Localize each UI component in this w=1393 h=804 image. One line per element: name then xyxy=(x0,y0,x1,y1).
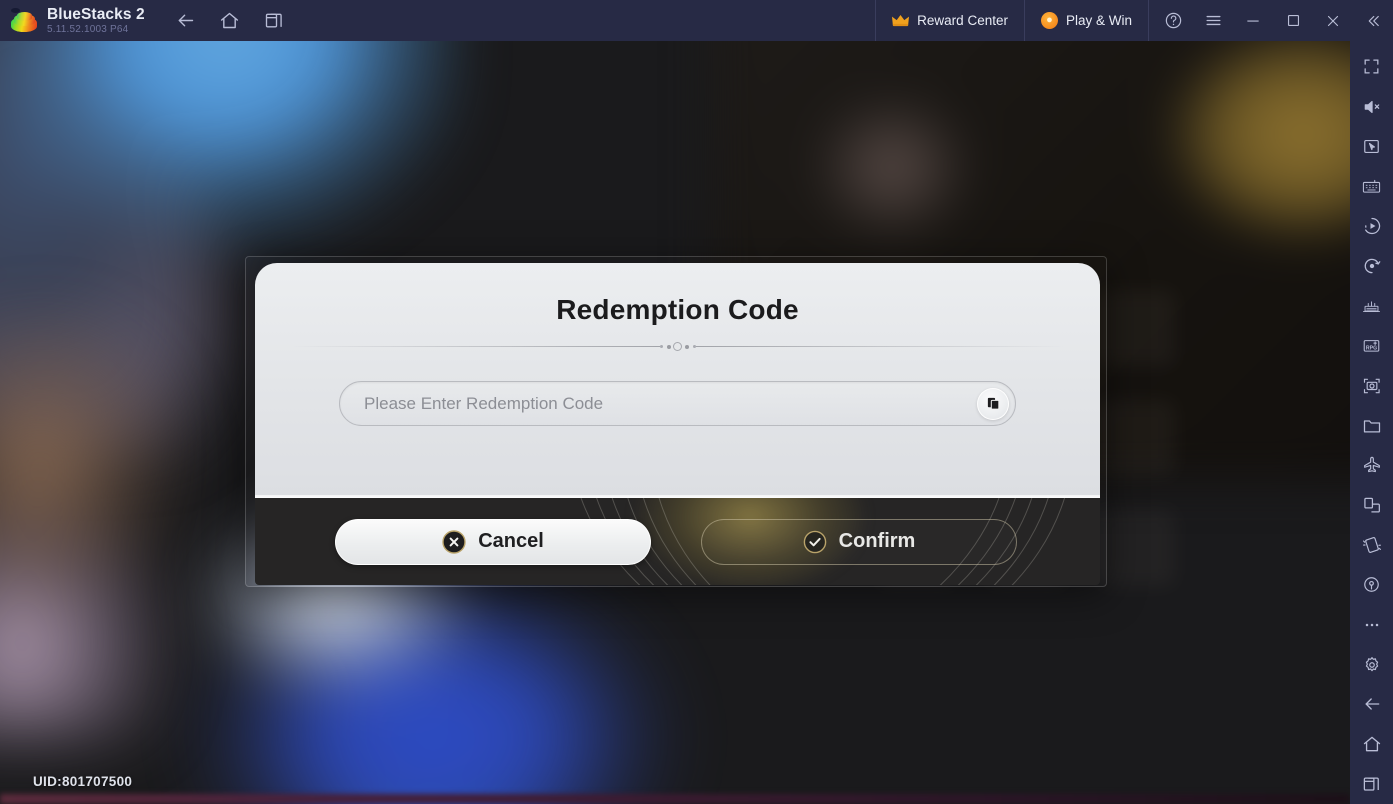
sidebar-item-more[interactable] xyxy=(1350,605,1393,645)
sidebar-item-home[interactable] xyxy=(1350,724,1393,764)
orange-badge-icon: ● xyxy=(1040,12,1058,29)
cursor-in-frame-icon xyxy=(1362,137,1381,156)
reward-center-button[interactable]: Reward Center xyxy=(875,0,1025,41)
sidebar-item-media-manager[interactable] xyxy=(1350,406,1393,446)
help-button[interactable] xyxy=(1153,0,1193,41)
app-version: 5.11.52.1003 P64 xyxy=(47,23,129,35)
maximize-button[interactable] xyxy=(1273,0,1313,41)
sidebar-item-recent-apps[interactable] xyxy=(1350,764,1393,804)
keyboard-icon xyxy=(1361,177,1382,196)
paste-icon[interactable] xyxy=(977,387,1009,420)
back-button[interactable] xyxy=(169,6,203,36)
farm-icon xyxy=(1361,296,1382,315)
play-record-icon xyxy=(1362,216,1382,236)
sidebar-item-screenshot[interactable] xyxy=(1350,366,1393,406)
sidebar-item-location[interactable] xyxy=(1350,565,1393,605)
sidebar-item-settings[interactable] xyxy=(1350,645,1393,685)
sidebar-item-fullscreen[interactable] xyxy=(1350,47,1393,87)
sidebar-item-eco-mode[interactable] xyxy=(1350,286,1393,326)
confirm-button[interactable]: Confirm xyxy=(701,518,1017,565)
reward-center-label: Reward Center xyxy=(917,13,1008,28)
dialog-body: Redemption Code xyxy=(255,263,1100,498)
ellipsis-icon xyxy=(1362,615,1382,635)
app-title-block: BlueStacks 2 5.11.52.1003 P64 xyxy=(47,6,145,36)
sidebar-item-cursor-mode[interactable] xyxy=(1350,127,1393,167)
camera-icon xyxy=(1362,376,1382,396)
home-button[interactable] xyxy=(213,6,247,36)
home-icon xyxy=(1362,734,1382,754)
confirm-button-label: Confirm xyxy=(838,530,916,552)
sidebar-item-macro-recorder[interactable] xyxy=(1350,206,1393,246)
bluestacks-window: BlueStacks 2 5.11.52.1003 P64 Reward Cen… xyxy=(0,0,1393,804)
cancel-button-label: Cancel xyxy=(478,530,544,552)
crown-icon xyxy=(892,14,910,27)
minimize-button[interactable] xyxy=(1233,0,1273,41)
airplane-icon xyxy=(1362,455,1382,475)
title-bar: BlueStacks 2 5.11.52.1003 P64 Reward Cen… xyxy=(0,0,1393,41)
redemption-code-input-row xyxy=(339,381,1016,426)
sidebar-item-airplane-mode[interactable] xyxy=(1350,445,1393,485)
dialog-title: Redemption Code xyxy=(556,294,799,325)
redemption-code-dialog: Redemption Code Please Enter Redemption … xyxy=(255,263,1100,585)
dialog-footer: Cancel Confirm xyxy=(255,498,1100,585)
bluestacks-logo-icon xyxy=(11,7,37,34)
sidebar-item-mute[interactable] xyxy=(1350,87,1393,127)
svg-text:RPG: RPG xyxy=(1366,346,1377,352)
sidebar-item-shake[interactable] xyxy=(1350,525,1393,565)
shake-icon xyxy=(1362,535,1382,555)
bottom-color-strip xyxy=(0,794,1350,804)
app-name: BlueStacks 2 xyxy=(47,5,145,23)
fullscreen-icon xyxy=(1362,57,1381,76)
uid-label: UID:801707500 xyxy=(33,774,133,789)
arrow-left-icon xyxy=(1362,694,1382,714)
location-pin-icon xyxy=(1362,575,1381,594)
windows-stack-icon xyxy=(1362,775,1381,794)
sidebar-item-keyboard-controls[interactable] xyxy=(1350,167,1393,207)
gear-icon xyxy=(1362,655,1382,675)
record-dot-icon xyxy=(1362,256,1382,276)
rotate-screen-icon xyxy=(1362,495,1382,515)
titlebar-nav xyxy=(169,6,291,36)
sidebar-item-rpg-mode[interactable]: RPG xyxy=(1350,326,1393,366)
collapse-sidebar-button[interactable] xyxy=(1353,0,1393,41)
rpg-box-icon: RPG xyxy=(1361,336,1382,355)
multi-instance-button[interactable] xyxy=(257,6,291,36)
speaker-mute-icon xyxy=(1362,97,1382,117)
sidebar-item-back[interactable] xyxy=(1350,685,1393,725)
cancel-button[interactable]: Cancel xyxy=(335,518,651,565)
sidebar-item-script-record[interactable] xyxy=(1350,246,1393,286)
menu-button[interactable] xyxy=(1193,0,1233,41)
play-win-label: Play & Win xyxy=(1065,13,1132,28)
circle-x-icon xyxy=(442,529,466,554)
redemption-code-input[interactable] xyxy=(339,381,1016,426)
folder-icon xyxy=(1362,416,1382,436)
sidebar-item-rotate[interactable] xyxy=(1350,485,1393,525)
close-button[interactable] xyxy=(1313,0,1353,41)
right-sidebar: RPG xyxy=(1350,41,1393,804)
circle-check-icon xyxy=(803,530,827,554)
play-win-button[interactable]: ● Play & Win xyxy=(1025,0,1149,41)
title-divider xyxy=(291,340,1064,354)
